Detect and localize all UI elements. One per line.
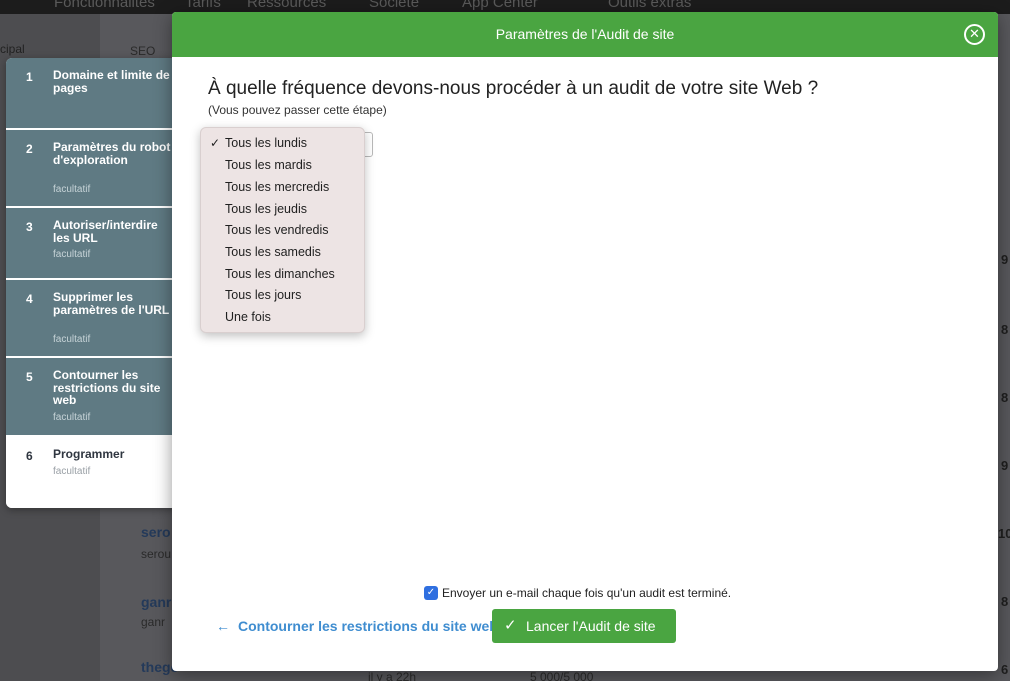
step-number: 3 <box>26 220 33 234</box>
frequency-option[interactable]: Tous les samedis <box>201 242 364 263</box>
email-notification-label: Envoyer un e-mail chaque fois qu'un audi… <box>442 586 732 600</box>
background-digit: 9 <box>1001 252 1009 267</box>
step-title: Domaine et limite de pages <box>53 68 170 95</box>
launch-button-label: Lancer l'Audit de site <box>526 618 656 634</box>
background-digit: 6 <box>1001 662 1009 677</box>
schedule-question: À quelle fréquence devons-nous procéder … <box>208 78 819 99</box>
nav-item: Ressources <box>247 0 327 11</box>
step-schedule[interactable]: 6 Programmer facultatif <box>6 437 178 508</box>
background-digit: 10 <box>998 526 1010 541</box>
frequency-option[interactable]: Tous les jeudis <box>201 199 364 220</box>
nav-item: Société <box>369 0 420 11</box>
background-digit: 9 <box>1001 458 1009 473</box>
background-row-link: sero <box>141 524 171 540</box>
step-subtitle: facultatif <box>53 184 91 195</box>
wizard-steps-panel: 1 Domaine et limite de pages 2 Paramètre… <box>6 58 178 508</box>
background-time: il y a 22h <box>368 670 417 681</box>
step-number: 1 <box>26 70 33 84</box>
frequency-dropdown-list: ✓ Tous les lundis Tous les mardis Tous l… <box>200 127 365 333</box>
modal-header: Paramètres de l'Audit de site ✕ <box>172 12 998 57</box>
nav-item: Fonctionnalités <box>54 0 155 11</box>
arrow-left-icon: ← <box>216 618 230 634</box>
step-domain-limit[interactable]: 1 Domaine et limite de pages <box>6 58 178 130</box>
step-subtitle: facultatif <box>53 249 91 260</box>
frequency-option[interactable]: Tous les jours <box>201 285 364 306</box>
step-title: Autoriser/interdire les URL <box>53 218 158 245</box>
step-bypass-restrictions[interactable]: 5 Contourner les restrictions du site we… <box>6 358 178 437</box>
step-title: Programmer <box>53 447 125 461</box>
background-digit: 8 <box>1001 594 1009 609</box>
step-subtitle: facultatif <box>53 466 91 477</box>
background-digit: 8 <box>1001 322 1009 337</box>
launch-site-audit-button[interactable]: ✓ Lancer l'Audit de site <box>492 609 676 643</box>
frequency-option[interactable]: Tous les mercredis <box>201 177 364 198</box>
step-crawler-settings[interactable]: 2 Paramètres du robot d'exploration facu… <box>6 130 178 208</box>
frequency-option[interactable]: Tous les dimanches <box>201 264 364 285</box>
skip-note: (Vous pouvez passer cette étape) <box>208 103 387 117</box>
back-link-label: Contourner les restrictions du site web <box>238 618 498 634</box>
background-digit: 8 <box>1001 390 1009 405</box>
background-row-sub: serou <box>141 547 172 561</box>
background-quota: 5 000/5 000 <box>530 670 594 681</box>
site-audit-settings-modal: Paramètres de l'Audit de site ✕ À quelle… <box>172 12 998 671</box>
step-title: Supprimer les paramètres de l'URL <box>53 290 170 317</box>
step-number: 5 <box>26 370 33 384</box>
step-title: Paramètres du robot d'exploration <box>53 140 171 167</box>
email-notification-checkbox[interactable]: ✓ <box>424 586 438 600</box>
frequency-option-selected[interactable]: ✓ Tous les lundis <box>201 133 364 154</box>
nav-item: App Center <box>462 0 538 11</box>
step-title: Contourner les restrictions du site web <box>53 368 161 407</box>
step-subtitle: facultatif <box>53 412 91 423</box>
nav-item: Tarifs <box>185 0 221 11</box>
background-sidebar-label: cipal <box>0 42 25 56</box>
background-row-sub: ganr <box>141 615 166 629</box>
background-row-link: ganr <box>141 594 172 610</box>
frequency-option[interactable]: Tous les vendredis <box>201 220 364 241</box>
frequency-option[interactable]: Tous les mardis <box>201 155 364 176</box>
step-number: 6 <box>26 449 33 463</box>
checkmark-icon: ✓ <box>504 617 517 634</box>
background-breadcrumb: SEO <box>130 44 156 58</box>
checkmark-icon: ✓ <box>210 136 221 150</box>
step-number: 2 <box>26 142 33 156</box>
step-number: 4 <box>26 292 33 306</box>
modal-title: Paramètres de l'Audit de site <box>495 26 675 42</box>
step-allow-disallow-urls[interactable]: 3 Autoriser/interdire les URL facultatif <box>6 208 178 280</box>
step-remove-url-parameters[interactable]: 4 Supprimer les paramètres de l'URL facu… <box>6 280 178 358</box>
nav-item: Outils extras <box>608 0 692 11</box>
step-subtitle: facultatif <box>53 334 91 345</box>
close-icon[interactable]: ✕ <box>964 24 985 45</box>
frequency-option[interactable]: Une fois <box>201 307 364 328</box>
